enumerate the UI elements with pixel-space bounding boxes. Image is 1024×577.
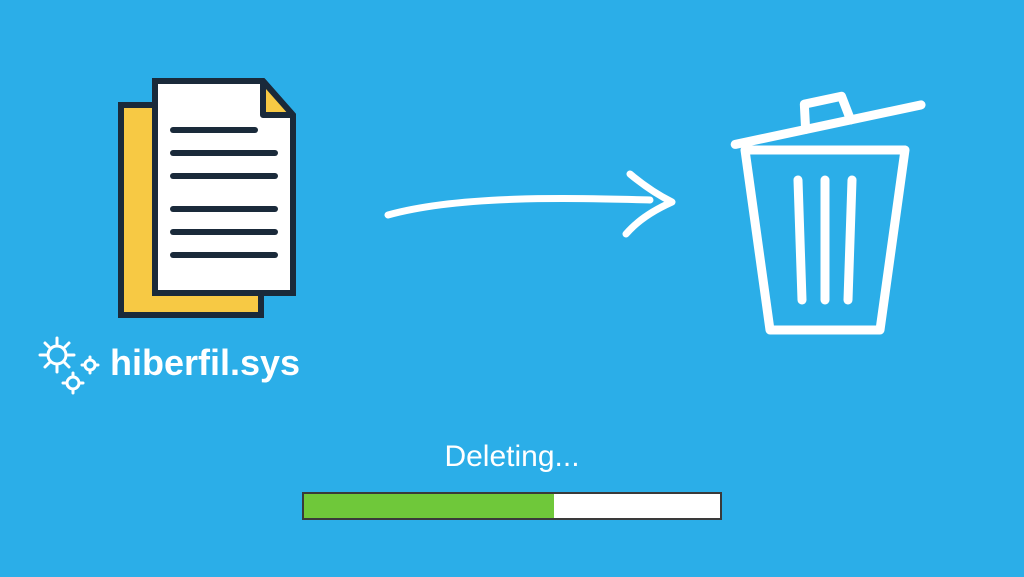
file-name-label: hiberfil.sys xyxy=(110,342,300,384)
gears-icon xyxy=(35,335,105,400)
document-stack-icon xyxy=(115,75,300,325)
progress-bar xyxy=(302,492,722,520)
status-text: Deleting... xyxy=(0,440,1024,474)
arrow-right-icon xyxy=(380,160,680,250)
trash-icon xyxy=(720,70,930,340)
progress-fill xyxy=(304,494,554,518)
